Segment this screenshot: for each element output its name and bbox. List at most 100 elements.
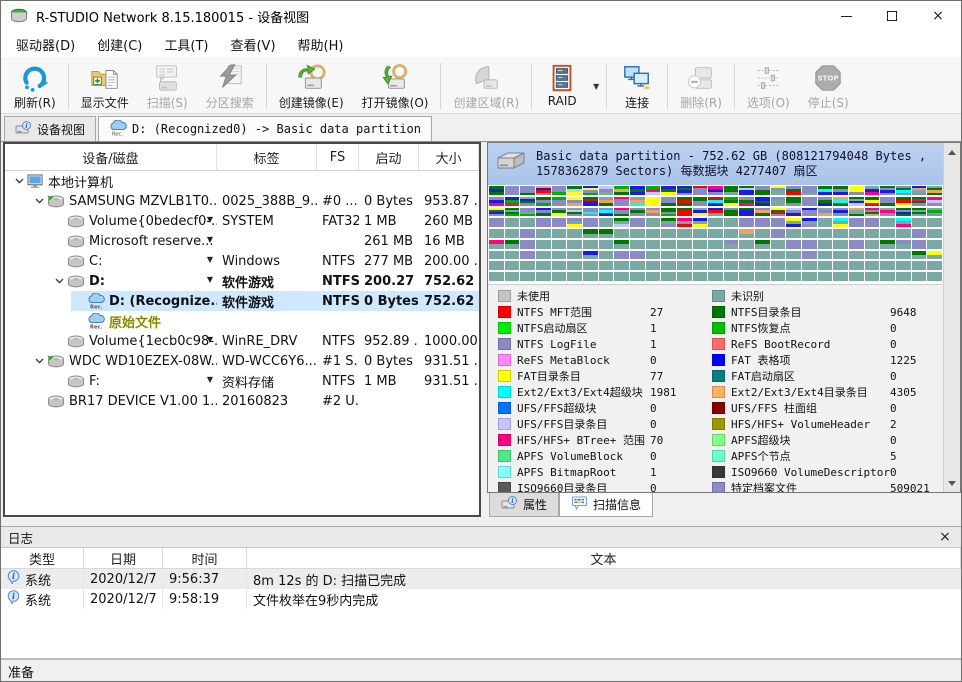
log-close-icon[interactable]: ×: [936, 529, 954, 545]
table-row[interactable]: Volume{0bedecf0-...▼SYSTEMFAT321 MB260 M…: [5, 211, 479, 231]
table-row[interactable]: SAMSUNG MZVLB1T0...0025_388B_9...#0 ...0…: [5, 191, 479, 211]
device-cell[interactable]: WDC WD10EZEX-08W...: [5, 351, 217, 371]
tab-device-view[interactable]: i设备视图: [4, 116, 96, 141]
log-column-header-0[interactable]: 类型: [1, 548, 84, 568]
device-cell[interactable]: C:▼: [5, 251, 217, 271]
table-row[interactable]: Rec.D: (Recognize...软件游戏NTFS0 Bytes752.6…: [5, 291, 479, 311]
table-row[interactable]: BR17 DEVICE V1.00 1....20160823#2 U...: [5, 391, 479, 411]
raid-dropdown-arrow-button[interactable]: ▼: [589, 59, 603, 113]
legend-value: 4305: [890, 386, 942, 399]
table-row[interactable]: Volume{1ecb0c98-...▼WinRE_DRVNTFS952.89 …: [5, 331, 479, 351]
log-column-header-1[interactable]: 日期: [84, 548, 163, 568]
tree-indent: [5, 271, 51, 291]
scan-block: [614, 218, 629, 227]
toolbar-button-connect[interactable]: 连接: [610, 59, 664, 113]
log-column-header-3[interactable]: 文本: [247, 548, 961, 568]
toolbar-button-create-image[interactable]: 创建镜像(E): [270, 59, 353, 113]
cell-label: SYSTEM: [217, 211, 317, 231]
toolbar-button-show-files[interactable]: 显示文件: [72, 59, 138, 113]
device-cell[interactable]: SAMSUNG MZVLB1T0...: [5, 191, 217, 211]
scan-block: [849, 208, 864, 217]
chevron-expand-icon[interactable]: [31, 358, 47, 364]
table-row[interactable]: WDC WD10EZEX-08W...WD-WCC6Y6...#1 S...0 …: [5, 351, 479, 371]
minimize-button[interactable]: [823, 1, 869, 31]
device-combo-arrow-icon[interactable]: ▼: [207, 335, 213, 344]
scan-panel-scrollbar[interactable]: [943, 143, 960, 492]
scan-block: [677, 229, 692, 238]
device-combo-arrow-icon[interactable]: ▼: [207, 255, 213, 264]
scan-block: [630, 229, 645, 238]
column-header-3[interactable]: 启动: [359, 144, 419, 170]
cell-fs: FAT32: [317, 211, 359, 231]
device-cell[interactable]: Microsoft reserve...▼: [5, 231, 217, 251]
scan-block: [661, 272, 676, 281]
log-row[interactable]: i系统2020/12/79:58:19文件枚举在9秒内完成: [1, 589, 961, 609]
device-cell[interactable]: Volume{1ecb0c98-...▼: [5, 331, 217, 351]
scan-block: [489, 218, 504, 227]
toolbar-button-refresh[interactable]: 刷新(R): [5, 59, 65, 113]
svg-text:Rec.: Rec.: [90, 325, 103, 330]
maximize-button[interactable]: [869, 1, 915, 31]
legend-label: Ext2/Ext3/Ext4超级块: [517, 384, 650, 400]
close-button[interactable]: ×: [915, 1, 961, 31]
menu-item-2[interactable]: 工具(T): [153, 31, 219, 58]
scan-block: [708, 240, 723, 249]
column-header-1[interactable]: 标签: [217, 144, 317, 170]
device-combo-arrow-icon[interactable]: ▼: [207, 215, 213, 224]
toolbar-button-open-image[interactable]: 打开镜像(O): [353, 59, 438, 113]
device-cell[interactable]: Volume{0bedecf0-...▼: [5, 211, 217, 231]
log-row[interactable]: i系统2020/12/79:56:378m 12s 的 D: 扫描已完成: [1, 569, 961, 589]
chevron-expand-icon[interactable]: [51, 278, 67, 284]
device-combo-arrow-icon[interactable]: ▼: [207, 235, 213, 244]
scan-block: [505, 208, 520, 217]
toolbar: 刷新(R)显示文件扫描(S)分区搜索创建镜像(E)打开镜像(O)创建区域(R)R…: [1, 57, 961, 114]
scan-block: [896, 186, 911, 195]
menu-item-0[interactable]: 驱动器(D): [5, 31, 86, 58]
table-row[interactable]: D:▼软件游戏NTFS200.27 ...752.62 ...: [5, 271, 479, 291]
device-cell[interactable]: Rec.D: (Recognize...: [5, 291, 217, 311]
menu-item-4[interactable]: 帮助(H): [287, 31, 355, 58]
scan-block: [833, 229, 848, 238]
legend-value: 0: [650, 450, 702, 463]
tab-properties[interactable]: i属性: [489, 493, 559, 517]
legend-color-swatch: [712, 482, 725, 493]
table-row[interactable]: Microsoft reserve...▼261 MB16 MB: [5, 231, 479, 251]
table-row[interactable]: Rec.原始文件: [5, 311, 479, 331]
device-cell[interactable]: BR17 DEVICE V1.00 1....: [5, 391, 217, 411]
scan-block: [802, 186, 817, 195]
table-row[interactable]: C:▼WindowsNTFS277 MB200.00 ...: [5, 251, 479, 271]
menu-item-3[interactable]: 查看(V): [219, 31, 286, 58]
table-row[interactable]: F:▼资料存储NTFS1 MB931.51 ...: [5, 371, 479, 391]
scrollbar-up-arrow[interactable]: [944, 144, 960, 160]
column-header-4[interactable]: 大小: [419, 144, 479, 170]
column-header-2[interactable]: FS: [317, 144, 359, 170]
scan-block: [693, 218, 708, 227]
device-cell[interactable]: 本地计算机: [5, 171, 217, 191]
legend-item: Ext2/Ext3/Ext4目录条目4305: [712, 384, 942, 400]
table-row[interactable]: 本地计算机: [5, 171, 479, 191]
legend-color-swatch: [712, 466, 725, 478]
stop-icon: STOP: [813, 62, 843, 94]
device-cell[interactable]: D:▼: [5, 271, 217, 291]
scan-block: [786, 251, 801, 260]
log-column-header-2[interactable]: 时间: [163, 548, 247, 568]
device-combo-arrow-icon[interactable]: ▼: [207, 375, 213, 384]
scan-block: [489, 229, 504, 238]
menu-item-1[interactable]: 创建(C): [86, 31, 153, 58]
device-cell[interactable]: F:▼: [5, 371, 217, 391]
legend-item: 未使用: [498, 288, 702, 304]
device-combo-arrow-icon[interactable]: ▼: [207, 275, 213, 284]
chevron-expand-icon[interactable]: [31, 198, 47, 204]
tab-scan-info[interactable]: 扫描信息: [559, 493, 653, 517]
tab-recognized-partition[interactable]: Rec.D: (Recognized0) -> Basic data parti…: [98, 116, 432, 141]
column-header-0[interactable]: 设备/磁盘: [5, 144, 217, 170]
chevron-expand-icon[interactable]: [11, 178, 27, 184]
cell-label: [217, 311, 317, 331]
scan-block: [771, 218, 786, 227]
toolbar-button-raid[interactable]: RAID: [535, 59, 589, 113]
disk-icon: [67, 275, 85, 288]
device-cell[interactable]: Rec.原始文件: [5, 311, 217, 331]
legend-value: 2: [890, 418, 942, 431]
scan-block-map[interactable]: [488, 185, 943, 282]
scrollbar-down-arrow[interactable]: [944, 475, 960, 491]
